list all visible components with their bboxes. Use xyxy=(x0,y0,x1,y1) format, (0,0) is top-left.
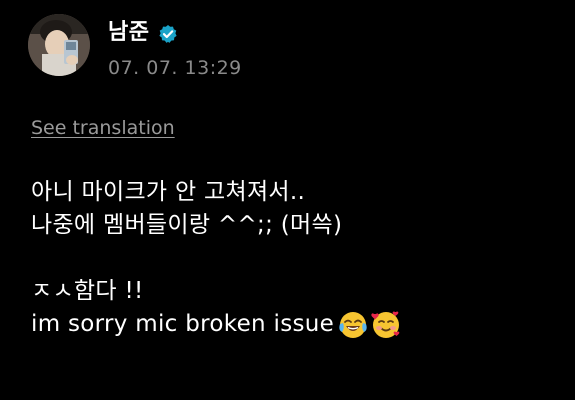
avatar-photo xyxy=(28,14,90,76)
face-with-tears-of-joy-icon xyxy=(339,311,367,338)
post-body: 아니 마이크가 안 고쳐져서.. 나중에 멤버들이랑 ^^;; (머쓱) ㅈㅅ함… xyxy=(31,176,551,341)
post-last-line: im sorry mic broken issue xyxy=(31,308,551,341)
post-timestamp: 07. 07. 13:29 xyxy=(108,57,242,79)
post-text-line: im sorry mic broken issue xyxy=(31,311,335,337)
post-text-line: 아니 마이크가 안 고쳐져서.. xyxy=(31,179,306,205)
author-name[interactable]: 남준 xyxy=(108,20,149,46)
emoji-row xyxy=(338,308,404,341)
smiling-face-with-hearts-icon xyxy=(371,310,400,338)
post-header: 남준 07. 07. 13:29 xyxy=(28,14,548,86)
post-blank-line xyxy=(31,242,551,275)
post-text-line: ㅈㅅ함다 !! xyxy=(31,278,144,304)
avatar[interactable] xyxy=(28,14,90,76)
see-translation-link[interactable]: See translation xyxy=(31,117,175,139)
post-text-line: 나중에 멤버들이랑 ^^;; (머쓱) xyxy=(31,212,343,238)
verified-badge-icon xyxy=(159,25,177,43)
